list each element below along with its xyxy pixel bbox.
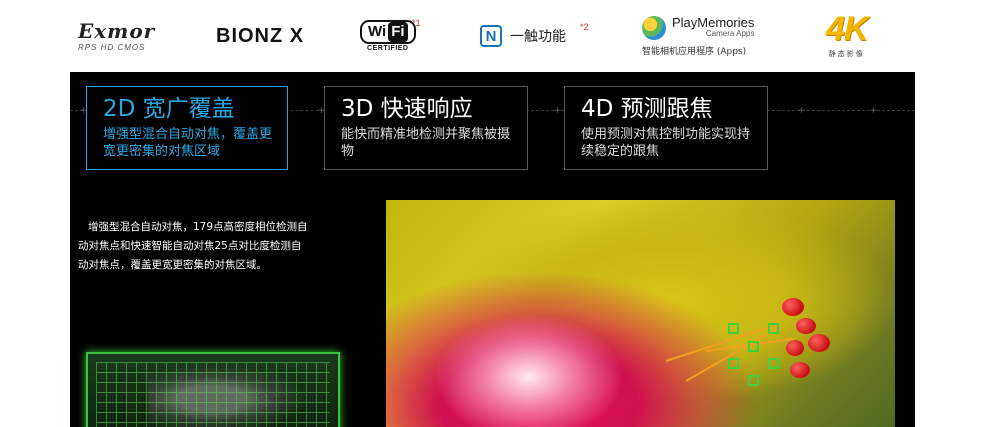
fourk-mark: 4K bbox=[826, 10, 868, 48]
af-point-box bbox=[728, 358, 739, 369]
playmemories-text: PlayMemories Camera Apps bbox=[672, 16, 754, 39]
wifi-cert-label: CERTIFIED bbox=[367, 45, 409, 52]
af-point-box bbox=[768, 358, 779, 369]
feature-4d-title: 4D 预测跟焦 bbox=[581, 96, 713, 122]
bionz-logo: BIONZ X bbox=[216, 24, 305, 47]
playmemories-title: PlayMemories bbox=[672, 15, 755, 30]
wifi-certified-logo: Wi Fi CERTIFIED bbox=[360, 0, 416, 72]
feature-3d[interactable]: 3D 快速响应 能快而精准地检测并聚焦被摄物 bbox=[324, 86, 528, 170]
af-point-grid bbox=[96, 362, 330, 427]
stigma-lobe bbox=[790, 362, 810, 378]
fourk-logo: 4K 静态影像 bbox=[826, 0, 868, 72]
wifi-footnote: *1 bbox=[412, 18, 421, 28]
feature-2d-desc: 增强型混合自动对焦，覆盖更宽更密集的对焦区域 bbox=[103, 127, 273, 159]
plus-marker: + bbox=[798, 103, 806, 117]
af-point-box bbox=[768, 323, 779, 334]
nfc-logo: N 一触功能 bbox=[480, 0, 566, 72]
playmemories-icon bbox=[642, 15, 666, 40]
wifi-mark: Wi Fi bbox=[360, 20, 416, 44]
feature-3d-desc: 能快而精准地检测并聚焦被摄物 bbox=[341, 127, 511, 159]
playmemories-logo: PlayMemories Camera Apps 智能相机应用程序 (Apps) bbox=[642, 0, 754, 72]
feature-2d[interactable]: 2D 宽广覆盖 增强型混合自动对焦，覆盖更宽更密集的对焦区域 bbox=[86, 86, 288, 170]
exmor-logo: Exmor RPS HD CMOS bbox=[78, 0, 155, 72]
playmemories-sub: Camera Apps bbox=[705, 29, 755, 38]
playmemories-row: PlayMemories Camera Apps bbox=[642, 15, 754, 40]
wifi-fi: Fi bbox=[388, 22, 408, 42]
stigma-lobe bbox=[782, 298, 804, 316]
fourk-caption: 静态影像 bbox=[828, 50, 865, 58]
wifi-wi: Wi bbox=[368, 23, 387, 40]
playmemories-caption: 智能相机应用程序 (Apps) bbox=[642, 46, 747, 57]
stigma-lobe bbox=[786, 340, 804, 356]
feature-description: 增强型混合自动对焦，179点高密度相位检测自动对焦点和快速智能自动对焦25点对比… bbox=[78, 221, 308, 271]
plus-marker: + bbox=[870, 103, 878, 117]
stigma-lobe bbox=[796, 318, 816, 334]
af-point-box bbox=[728, 323, 739, 334]
feature-4d[interactable]: 4D 预测跟焦 使用预测对焦控制功能实现持续稳定的跟焦 bbox=[564, 86, 768, 170]
af-point-box bbox=[748, 375, 759, 386]
hibiscus-photo bbox=[386, 200, 895, 427]
logo-strip: Exmor RPS HD CMOS BIONZ X Wi Fi CERTIFIED… bbox=[0, 0, 990, 72]
nfc-icon: N bbox=[480, 25, 502, 47]
feature-4d-desc: 使用预测对焦控制功能实现持续稳定的跟焦 bbox=[581, 127, 751, 159]
nfc-label: 一触功能 bbox=[510, 29, 566, 45]
af-sensor-image bbox=[86, 352, 340, 427]
exmor-name: Exmor bbox=[78, 18, 156, 43]
feature-2d-title: 2D 宽广覆盖 bbox=[103, 96, 235, 122]
feature-panel: + + + + + 2D 宽广覆盖 增强型混合自动对焦，覆盖更宽更密集的对焦区域… bbox=[70, 72, 915, 427]
nfc-footnote: *2 bbox=[580, 22, 589, 32]
feature-3d-title: 3D 快速响应 bbox=[341, 96, 473, 122]
plus-marker: + bbox=[554, 103, 562, 117]
stigma-lobe bbox=[808, 334, 830, 352]
af-point-box bbox=[748, 341, 759, 352]
exmor-sub: RPS HD CMOS bbox=[78, 42, 146, 52]
